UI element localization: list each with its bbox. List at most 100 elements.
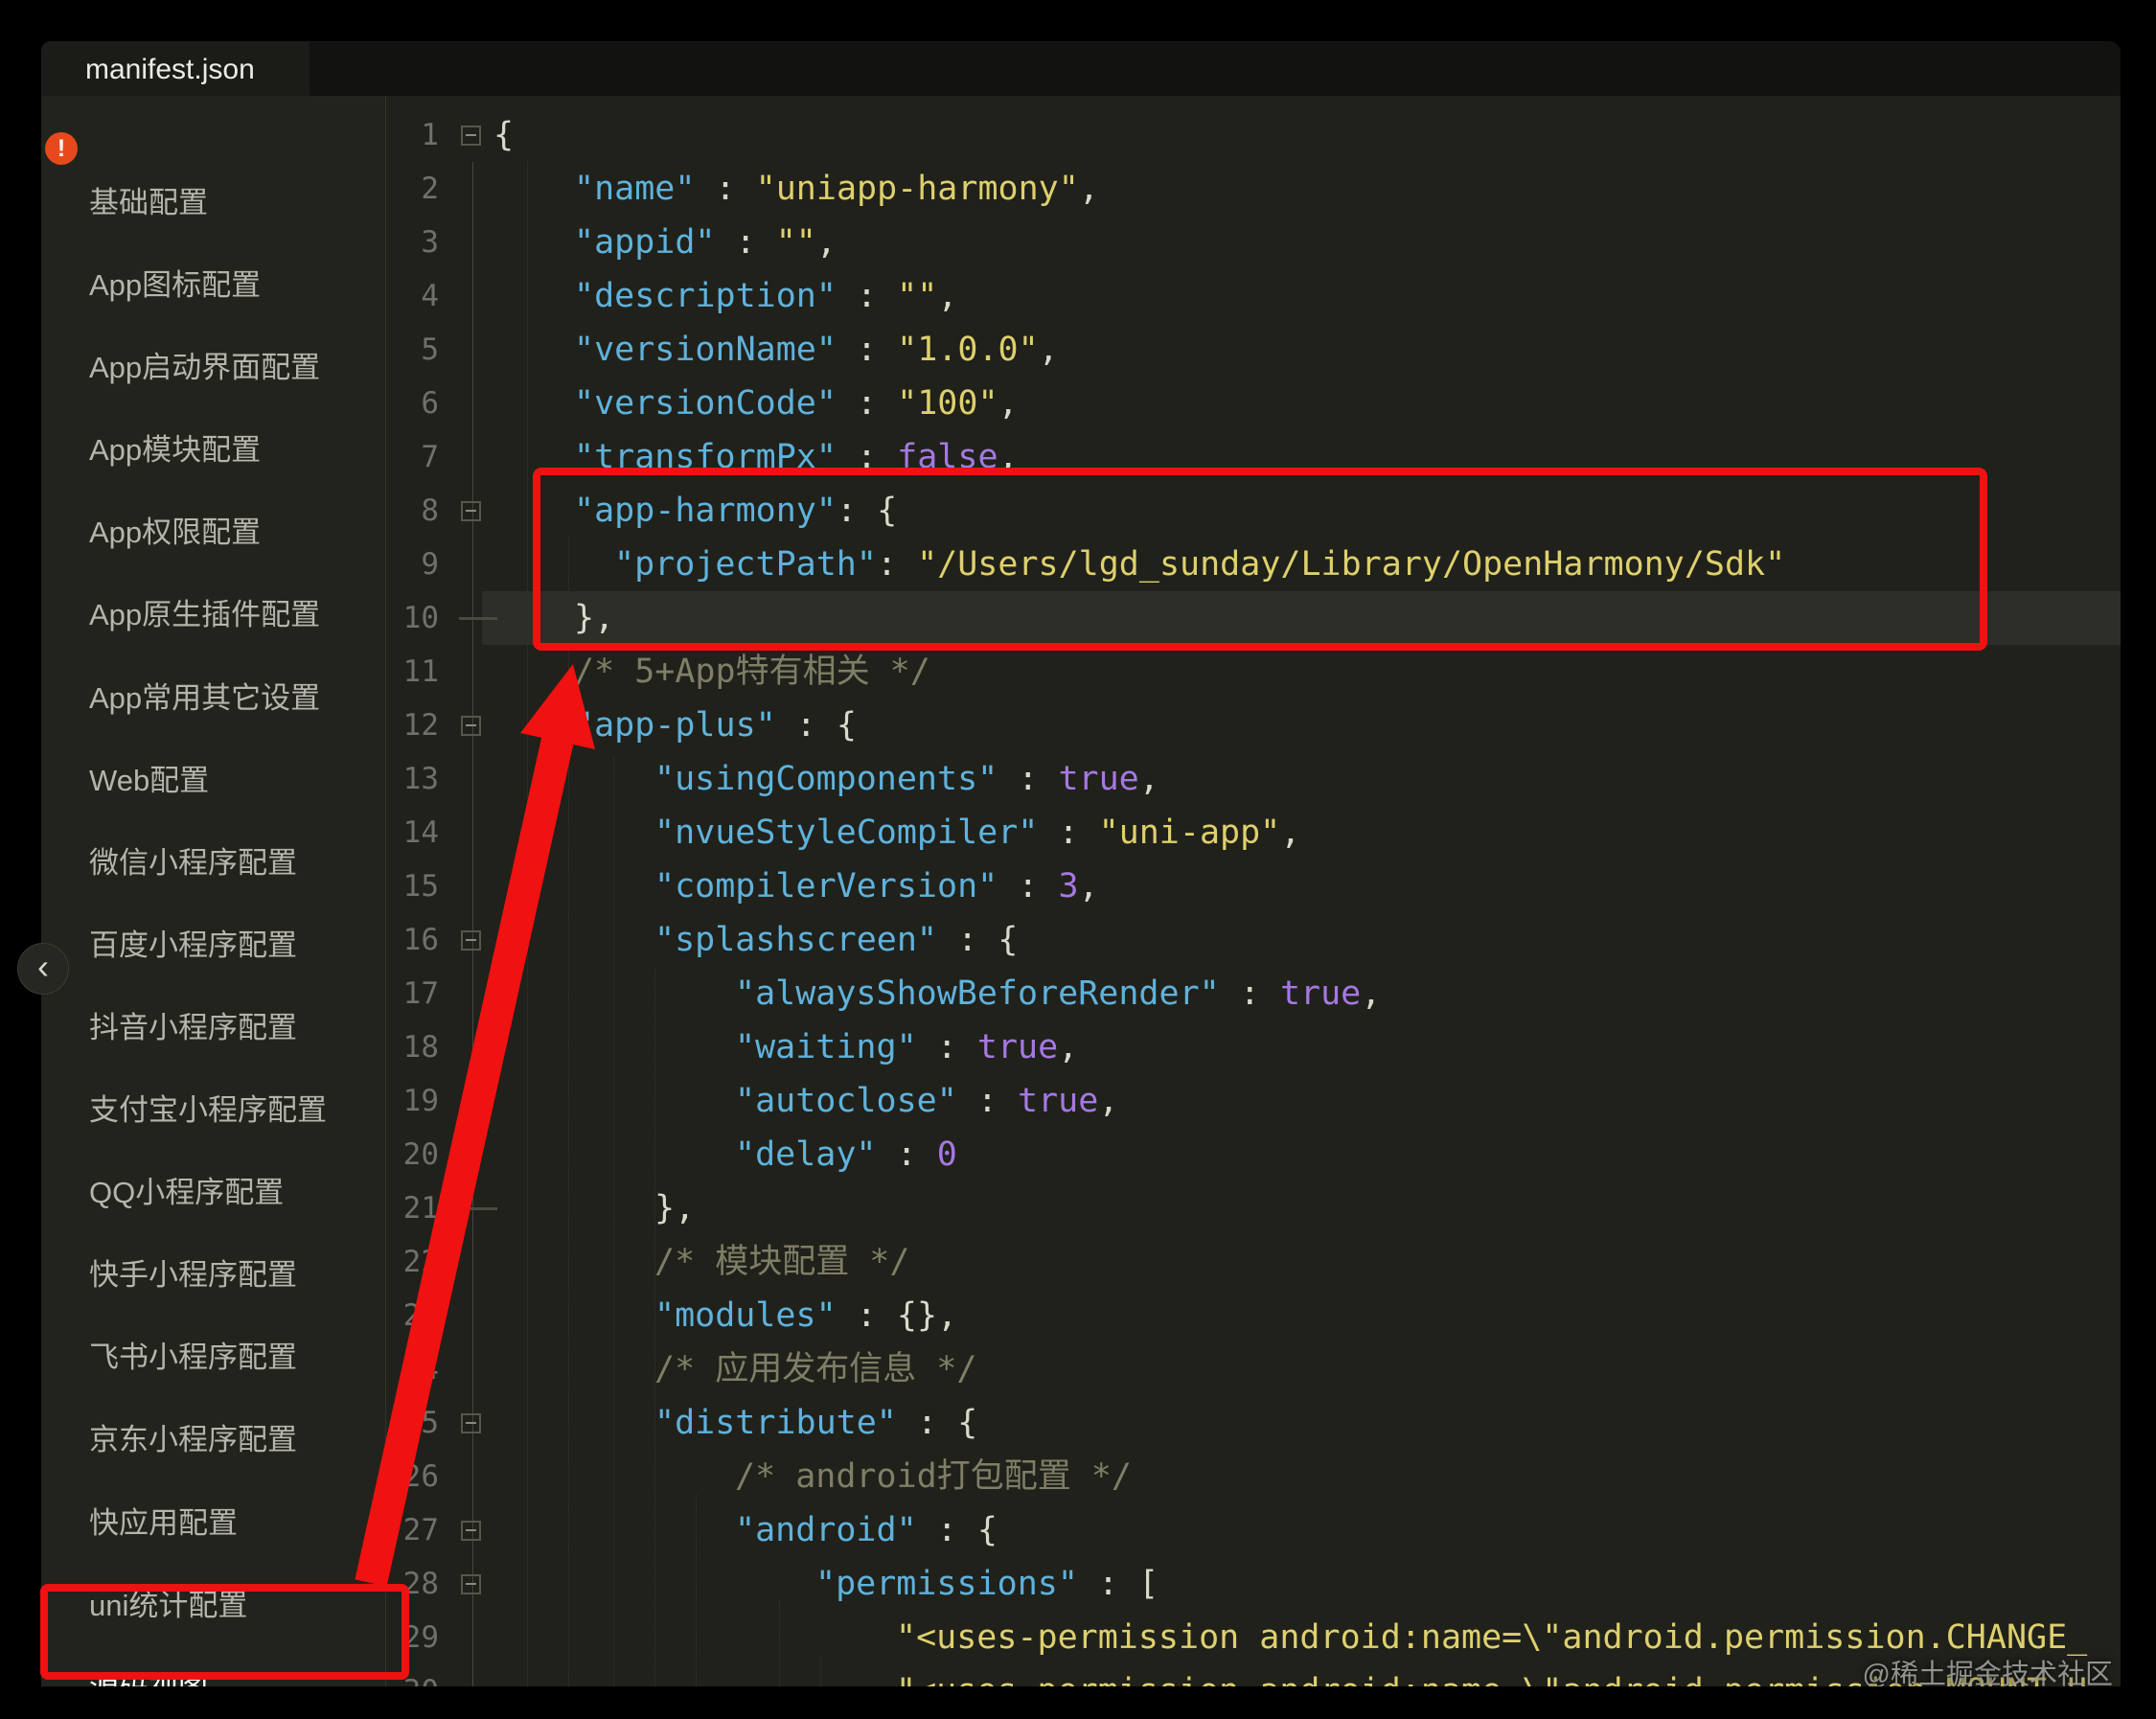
code-line[interactable]: 19 "autoclose" : true, (386, 1074, 2121, 1128)
code-line[interactable]: 12"app-plus" : { (386, 699, 2121, 752)
fold-spacer (453, 269, 497, 323)
code-line[interactable]: 26/* android打包配置 */ (386, 1450, 2121, 1503)
fold-toggle-icon[interactable] (453, 699, 497, 752)
sidebar-item[interactable]: 飞书小程序配置 (41, 1317, 385, 1399)
code-line[interactable]: 18 "waiting" : true, (386, 1020, 2121, 1074)
fold-toggle-icon[interactable] (453, 1396, 497, 1450)
code-line[interactable]: 28"permissions" : [ (386, 1557, 2121, 1611)
line-number: 18 (386, 1020, 439, 1074)
sidebar-item-label: 京东小程序配置 (89, 1423, 297, 1456)
sidebar-item[interactable]: App图标配置 (41, 244, 385, 327)
code-line[interactable]: 20"delay" : 0 (386, 1128, 2121, 1181)
code-text: "modules" : {}, (493, 1289, 2121, 1342)
fold-toggle-icon[interactable] (453, 108, 497, 162)
code-text: "appid" : "", (493, 216, 2121, 269)
code-line[interactable]: 29"<uses-permission android:name=\"andro… (386, 1611, 2121, 1664)
sidebar-item-label: uni统计配置 (89, 1589, 247, 1622)
code-line[interactable]: 25"distribute" : { (386, 1396, 2121, 1450)
sidebar-item[interactable]: App权限配置 (41, 492, 385, 574)
code-line[interactable]: 27"android" : { (386, 1503, 2121, 1557)
code-line[interactable]: 8"app-harmony": { (386, 484, 2121, 538)
code-text: "autoclose" : true, (493, 1074, 2121, 1128)
line-number: 3 (386, 216, 439, 269)
fold-toggle-icon[interactable] (453, 1503, 497, 1557)
fold-end-icon (453, 1181, 497, 1235)
code-text: "versionCode" : "100", (493, 377, 2121, 430)
line-number: 11 (386, 645, 439, 699)
fold-spacer (453, 967, 497, 1020)
code-line[interactable]: 30"<uses-permission android:name=\"andro… (386, 1664, 2121, 1686)
line-number: 16 (386, 913, 439, 967)
code-line[interactable]: 6"versionCode" : "100", (386, 377, 2121, 430)
line-number: 10 (386, 591, 439, 645)
sidebar-item[interactable]: 抖音小程序配置 (41, 987, 385, 1069)
sidebar-item[interactable]: 京东小程序配置 (41, 1399, 385, 1481)
fold-spacer (453, 162, 497, 216)
code-line[interactable]: 17"alwaysShowBeforeRender" : true, (386, 967, 2121, 1020)
code-line[interactable]: 23 "modules" : {}, (386, 1289, 2121, 1342)
line-number: 17 (386, 967, 439, 1020)
sidebar-item[interactable]: 快手小程序配置 (41, 1234, 385, 1317)
line-number: 22 (386, 1235, 439, 1289)
sidebar-item-label: 基础配置 (89, 186, 208, 219)
code-line[interactable]: 14"nvueStyleCompiler" : "uni-app", (386, 806, 2121, 860)
code-line[interactable]: 10}, (386, 591, 2121, 645)
line-number: 23 (386, 1289, 439, 1342)
code-text: "waiting" : true, (493, 1020, 2121, 1074)
code-line[interactable]: 1{ (386, 108, 2121, 162)
sidebar-item[interactable]: App原生插件配置 (41, 574, 385, 656)
sidebar-item[interactable]: QQ小程序配置 (41, 1152, 385, 1234)
sidebar-item-label: 飞书小程序配置 (89, 1341, 297, 1374)
sidebar-item[interactable]: App模块配置 (41, 409, 385, 492)
sidebar-item[interactable]: uni统计配置 (41, 1565, 385, 1647)
line-number: 29 (386, 1611, 439, 1664)
code-line[interactable]: 22 /* 模块配置 */ (386, 1235, 2121, 1289)
sidebar-item[interactable]: 快应用配置 (41, 1482, 385, 1565)
sidebar-item-label: QQ小程序配置 (89, 1176, 284, 1209)
line-number: 13 (386, 752, 439, 806)
code-text: }, (493, 591, 2121, 645)
code-line[interactable]: 24/* 应用发布信息 */ (386, 1342, 2121, 1396)
code-line[interactable]: 9"projectPath": "/Users/lgd_sunday/Libra… (386, 538, 2121, 591)
code-line[interactable]: 3 "appid" : "", (386, 216, 2121, 269)
line-number: 2 (386, 162, 439, 216)
line-number: 25 (386, 1396, 439, 1450)
fold-spacer (453, 645, 497, 699)
code-text: "name" : "uniapp-harmony", (493, 162, 2121, 216)
fold-toggle-icon[interactable] (453, 913, 497, 967)
code-line[interactable]: 2 "name" : "uniapp-harmony", (386, 162, 2121, 216)
sidebar-item[interactable]: 基础配置 (41, 162, 385, 244)
code-text: /* 应用发布信息 */ (493, 1342, 2121, 1396)
sidebar-item[interactable]: 百度小程序配置 (41, 905, 385, 987)
sidebar-item[interactable]: 源码视图 (41, 1647, 385, 1686)
fold-spacer (453, 430, 497, 484)
sidebar-collapse-button[interactable]: ‹ (17, 943, 69, 995)
sidebar-item[interactable]: App启动界面配置 (41, 327, 385, 409)
code-line[interactable]: 16"splashscreen" : { (386, 913, 2121, 967)
tab-bar: manifest.json (41, 41, 2121, 96)
code-text: { (493, 108, 2121, 162)
code-line[interactable]: 21}, (386, 1181, 2121, 1235)
chevron-left-icon: ‹ (37, 947, 49, 987)
fold-toggle-icon[interactable] (453, 1557, 497, 1611)
sidebar-item[interactable]: 微信小程序配置 (41, 822, 385, 905)
code-line[interactable]: 7"transformPx" : false, (386, 430, 2121, 484)
tab-manifest-json[interactable]: manifest.json (41, 41, 310, 96)
sidebar-item[interactable]: App常用其它设置 (41, 657, 385, 740)
code-text: "projectPath": "/Users/lgd_sunday/Librar… (493, 538, 2121, 591)
code-line[interactable]: 13"usingComponents" : true, (386, 752, 2121, 806)
line-number: 15 (386, 860, 439, 913)
fold-spacer (453, 1664, 497, 1686)
code-line[interactable]: 5"versionName" : "1.0.0", (386, 323, 2121, 377)
line-number: 19 (386, 1074, 439, 1128)
sidebar-item[interactable]: 支付宝小程序配置 (41, 1069, 385, 1152)
fold-toggle-icon[interactable] (453, 484, 497, 538)
code-text: "description" : "", (493, 269, 2121, 323)
code-line[interactable]: 11/* 5+App特有相关 */ (386, 645, 2121, 699)
sidebar-item-label: 快应用配置 (89, 1506, 238, 1540)
code-text: /* 模块配置 */ (493, 1235, 2121, 1289)
fold-spacer (453, 216, 497, 269)
code-line[interactable]: 15"compilerVersion" : 3, (386, 860, 2121, 913)
code-line[interactable]: 4"description" : "", (386, 269, 2121, 323)
sidebar-item[interactable]: Web配置 (41, 740, 385, 822)
